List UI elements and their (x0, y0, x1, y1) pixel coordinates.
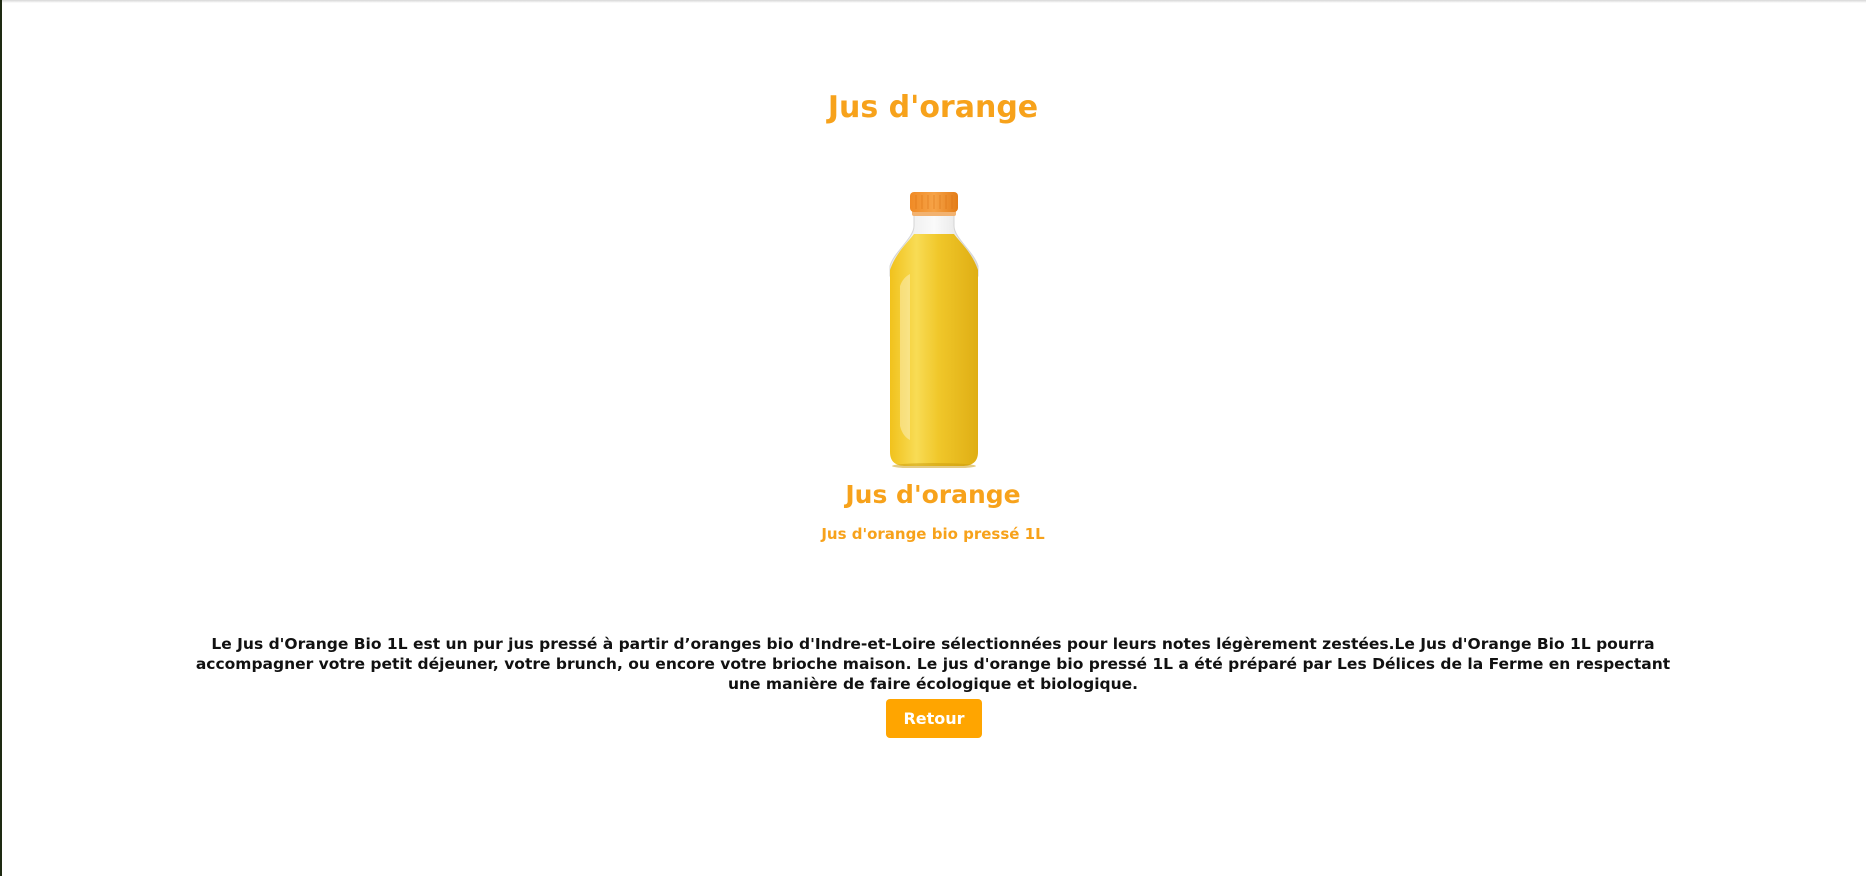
product-image (874, 190, 994, 469)
product-name: Jus d'orange (845, 480, 1021, 509)
product-subtitle: Jus d'orange bio pressé 1L (821, 525, 1045, 543)
page-title: Jus d'orange (827, 90, 1039, 125)
product-description: Le Jus d'Orange Bio 1L est un pur jus pr… (195, 635, 1671, 693)
back-button[interactable]: Retour (886, 699, 982, 738)
product-detail-page: Jus d'orange Jus d'orange Jus d'orange b… (0, 0, 1866, 876)
orange-juice-bottle-image (889, 192, 979, 469)
